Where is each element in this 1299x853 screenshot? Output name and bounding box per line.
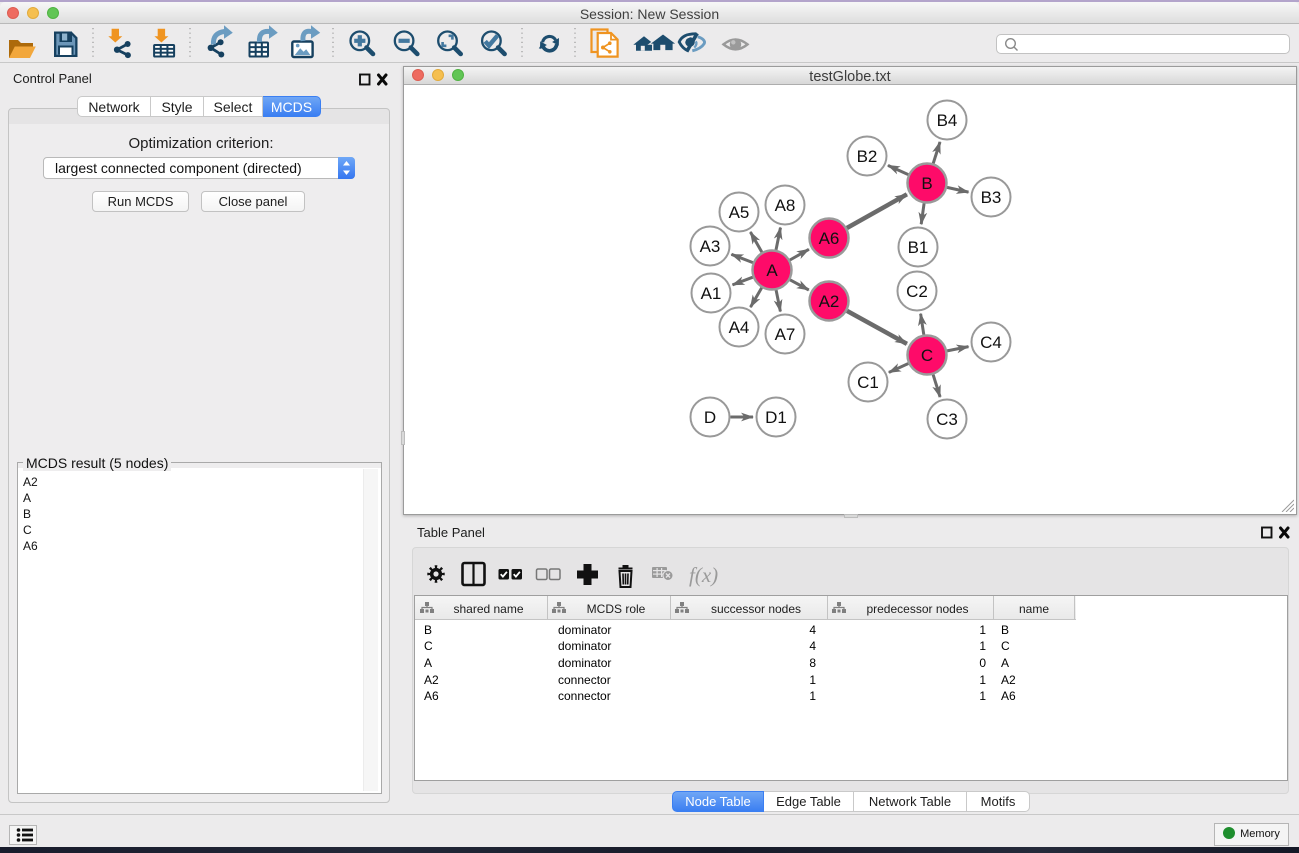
svg-text:A6: A6 xyxy=(819,229,840,248)
svg-text:C4: C4 xyxy=(980,333,1002,352)
svg-text:A8: A8 xyxy=(775,196,796,215)
svg-text:A4: A4 xyxy=(729,318,750,337)
svg-text:B1: B1 xyxy=(908,238,929,257)
svg-text:D: D xyxy=(704,408,716,427)
svg-text:B2: B2 xyxy=(857,147,878,166)
svg-text:C2: C2 xyxy=(906,282,928,301)
svg-text:C1: C1 xyxy=(857,373,879,392)
svg-text:B4: B4 xyxy=(937,111,958,130)
svg-text:C3: C3 xyxy=(936,410,958,429)
svg-text:A7: A7 xyxy=(775,325,796,344)
svg-text:A5: A5 xyxy=(729,203,750,222)
svg-text:C: C xyxy=(921,346,933,365)
svg-text:f(x): f(x) xyxy=(689,563,718,587)
svg-text:A2: A2 xyxy=(819,292,840,311)
svg-text:B: B xyxy=(921,174,932,193)
svg-text:A: A xyxy=(766,261,778,280)
svg-text:B3: B3 xyxy=(981,188,1002,207)
svg-text:A3: A3 xyxy=(700,237,721,256)
svg-text:D1: D1 xyxy=(765,408,787,427)
svg-text:A1: A1 xyxy=(701,284,722,303)
